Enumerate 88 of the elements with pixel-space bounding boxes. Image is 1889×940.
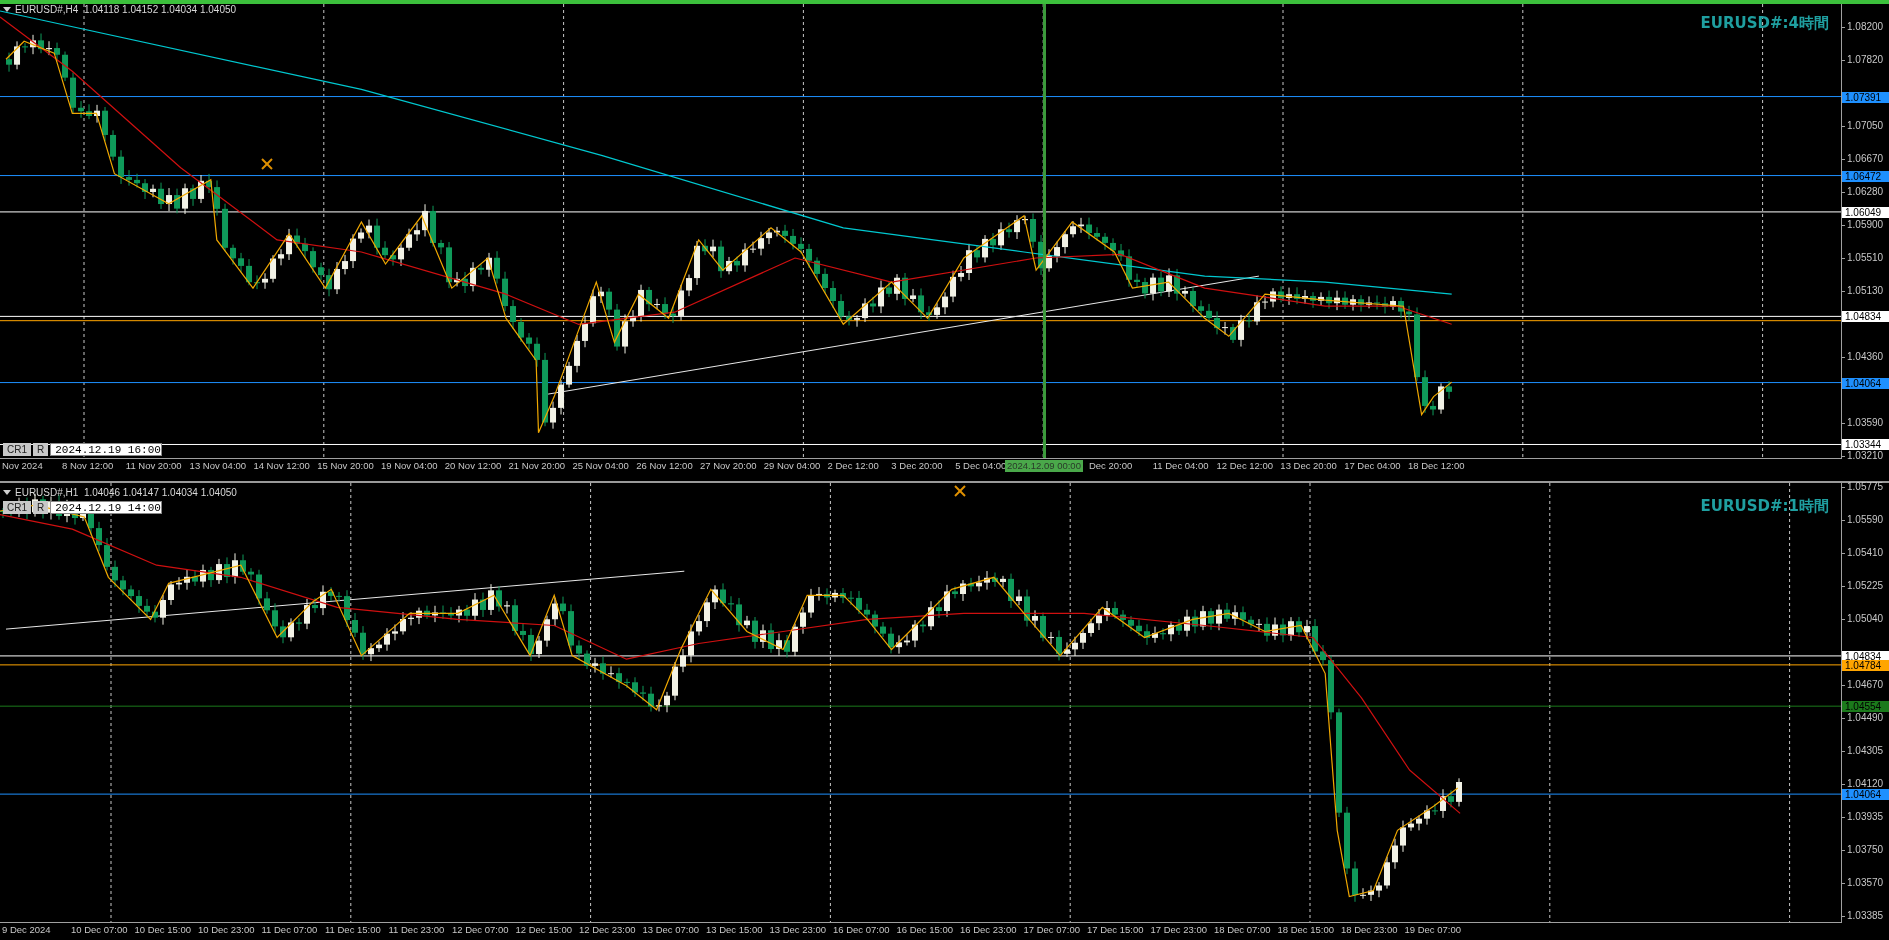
price-tick-label: 1.05040 [1847, 612, 1884, 625]
time-tick-label: 25 Nov 04:00 [571, 459, 630, 473]
time-tick-label: 18 Dec 15:00 [1276, 923, 1335, 938]
time-tick-label: 13 Dec 07:00 [641, 923, 700, 938]
time-tick-label: 18 Dec 23:00 [1340, 923, 1399, 938]
price-level-label: 1.04064 [1842, 789, 1889, 801]
time-tick-label: 2 Dec 12:00 [826, 459, 880, 473]
time-tick-label: 12 Dec 07:00 [451, 923, 510, 938]
price-tick-label: 1.04670 [1847, 679, 1884, 692]
time-tick-label: 9 Dec 2024 [1, 923, 52, 938]
time-tick-label: 16 Dec 07:00 [832, 923, 891, 938]
price-tick-label: 1.07050 [1847, 119, 1884, 132]
time-tick-label: 10 Dec 07:00 [70, 923, 129, 938]
chart-title: EURUSD#:1時間 [1700, 497, 1829, 516]
time-tick-label: 16 Dec 23:00 [959, 923, 1018, 938]
cr1-button[interactable]: CR1 [3, 443, 31, 456]
time-tick-label: 21 Nov 20:00 [507, 459, 567, 473]
time-tick-label: Dec 20:00 [1087, 459, 1134, 473]
time-tick-label: 29 Nov 04:00 [762, 459, 822, 473]
time-tick-label: 11 Dec 04:00 [1151, 459, 1210, 473]
price-tick-label: 1.04360 [1847, 351, 1884, 364]
time-tick-label: 12 Dec 23:00 [578, 923, 637, 938]
time-tick-label: 13 Nov 04:00 [188, 459, 248, 473]
time-tick-label: 18 Dec 07:00 [1213, 923, 1272, 938]
price-tick-label: 1.05130 [1847, 284, 1884, 297]
time-tick-label: 17 Dec 23:00 [1149, 923, 1208, 938]
time-tick-label: 3 Dec 20:00 [890, 459, 944, 473]
time-tick-label: 19 Nov 04:00 [380, 459, 439, 473]
time-tick-label: 11 Dec 23:00 [387, 923, 446, 938]
r-button[interactable]: R [33, 501, 49, 514]
time-tick-label: 11 Dec 15:00 [324, 923, 382, 938]
price-level-label: 1.04064 [1842, 377, 1889, 389]
time-tick-label: 8 Nov 12:00 [61, 459, 115, 473]
time-tick-label: 13 Dec 23:00 [768, 923, 827, 938]
date-field[interactable]: 2024.12.19 14:00 [50, 501, 163, 514]
time-tick-label: 14 Nov 12:00 [252, 459, 311, 473]
price-tick-label: 1.06280 [1847, 186, 1884, 199]
cr1-button[interactable]: CR1 [3, 501, 31, 514]
price-tick-label: 1.05410 [1847, 546, 1884, 559]
price-tick-label: 1.06670 [1847, 152, 1884, 165]
time-tick-label: 10 Dec 23:00 [197, 923, 256, 938]
time-tick-label: 10 Dec 15:00 [133, 923, 192, 938]
time-tick-label: 17 Dec 15:00 [1086, 923, 1145, 938]
time-tick-label: 13 Dec 15:00 [705, 923, 764, 938]
time-tick-label: 12 Dec 12:00 [1215, 459, 1275, 473]
price-level-label: 1.06472 [1842, 170, 1889, 182]
symbol-quote-text: EURUSD#,H1 1.04046 1.04147 1.04034 1.04050 [15, 487, 237, 498]
price-tick-label: 1.04490 [1847, 711, 1884, 724]
crosshair-time-label: 2024.12.09 00:00 [1004, 460, 1083, 472]
time-tick-label: 11 Nov 20:00 [124, 459, 183, 473]
time-tick-label: 18 Dec 12:00 [1406, 459, 1466, 473]
time-tick-label: 11 Dec 07:00 [260, 923, 319, 938]
date-field[interactable]: 2024.12.19 16:00 [50, 443, 163, 456]
time-tick-label: Nov 2024 [1, 459, 44, 473]
price-tick-label: 1.04120 [1847, 778, 1884, 790]
time-tick-label: 17 Dec 07:00 [1022, 923, 1081, 938]
price-tick-label: 1.03935 [1847, 811, 1884, 824]
price-tick-label: 1.04305 [1847, 744, 1884, 757]
price-level-label: 1.03344 [1842, 439, 1889, 451]
price-tick-label: 1.05225 [1847, 579, 1884, 592]
price-tick-label: 1.05590 [1847, 514, 1884, 527]
time-tick-label: 17 Dec 04:00 [1343, 459, 1402, 473]
time-tick-label: 16 Dec 15:00 [895, 923, 954, 938]
time-tick-label: 26 Nov 12:00 [635, 459, 694, 473]
price-level-label: 1.04834 [1842, 311, 1889, 323]
price-tick-label: 1.03385 [1847, 910, 1884, 922]
time-tick-label: 20 Nov 12:00 [443, 459, 503, 473]
price-tick-label: 1.03210 [1847, 450, 1884, 462]
price-tick-label: 1.03750 [1847, 844, 1884, 857]
price-tick-label: 1.03570 [1847, 876, 1884, 889]
price-tick-label: 1.05775 [1847, 481, 1884, 493]
time-tick-label: 12 Dec 15:00 [514, 923, 573, 938]
time-tick-label: 15 Nov 20:00 [316, 459, 375, 473]
price-level-label: 1.04784 [1842, 659, 1889, 671]
r-button[interactable]: R [33, 443, 49, 456]
price-level-label: 1.06049 [1842, 206, 1889, 218]
price-tick-label: 1.05900 [1847, 218, 1884, 231]
price-level-label: 1.07391 [1842, 91, 1889, 103]
price-level-label: 1.04554 [1842, 701, 1889, 713]
chart-title: EURUSD#:4時間 [1700, 14, 1829, 33]
symbol-quote-text: EURUSD#,H4 1.04118 1.04152 1.04034 1.04050 [15, 4, 237, 15]
price-tick-label: 1.03590 [1847, 417, 1884, 430]
time-tick-label: 19 Dec 07:00 [1403, 923, 1462, 938]
time-tick-label: 13 Dec 20:00 [1279, 459, 1338, 473]
price-tick-label: 1.05510 [1847, 252, 1884, 265]
price-tick-label: 1.08200 [1847, 21, 1884, 33]
price-tick-label: 1.07820 [1847, 53, 1884, 66]
time-tick-label: 27 Nov 20:00 [698, 459, 758, 473]
